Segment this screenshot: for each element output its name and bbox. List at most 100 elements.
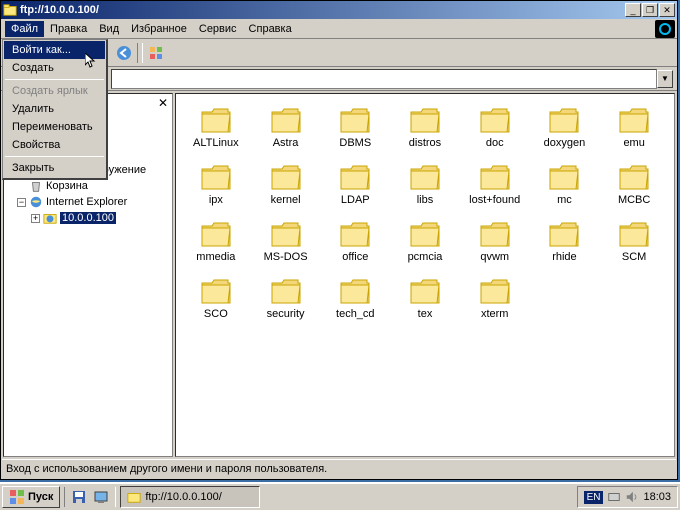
folder-item[interactable]: doxygen (531, 106, 599, 149)
status-text: Вход с использованием другого имени и па… (6, 463, 327, 475)
folder-icon (339, 106, 371, 134)
folder-item[interactable]: SCM (600, 220, 668, 263)
folder-label: ipx (209, 194, 223, 206)
menu-login-as[interactable]: Войти как... (4, 41, 105, 59)
content-area[interactable]: ALTLinuxAstra DBMS distrosdoc doxygen emu ipx… (175, 93, 675, 457)
folder-icon (409, 163, 441, 191)
folder-icon (548, 163, 580, 191)
menu-delete[interactable]: Удалить (4, 100, 105, 118)
folder-item[interactable]: mmedia (182, 220, 250, 263)
folder-item[interactable]: Astra (252, 106, 320, 149)
folder-label: DBMS (339, 137, 371, 149)
tree-ie: −Internet Explorer (8, 194, 168, 210)
start-button[interactable]: Пуск (2, 486, 60, 508)
separator (5, 79, 104, 80)
folder-item[interactable]: office (321, 220, 389, 263)
folder-item[interactable]: ipx (182, 163, 250, 206)
menu-help[interactable]: Справка (243, 21, 298, 37)
tray-icon[interactable] (607, 490, 621, 504)
separator (5, 156, 104, 157)
folder-label: doxygen (544, 137, 586, 149)
folder-item[interactable]: doc (461, 106, 529, 149)
folder-icon (409, 220, 441, 248)
folder-item[interactable]: mc (531, 163, 599, 206)
ftp-folder-icon (43, 211, 57, 225)
folder-icon (409, 106, 441, 134)
folder-label: security (267, 308, 305, 320)
folder-item[interactable]: pcmcia (391, 220, 459, 263)
folder-item[interactable]: rhide (531, 220, 599, 263)
folder-label: SCM (622, 251, 646, 263)
folder-item[interactable]: tech_cd (321, 277, 389, 320)
folder-item[interactable]: SCO (182, 277, 250, 320)
pane-close-button[interactable]: ✕ (156, 96, 170, 110)
throbber-icon (655, 20, 675, 38)
volume-icon[interactable] (625, 490, 639, 504)
folder-label: tex (418, 308, 433, 320)
folder-item[interactable]: LDAP (321, 163, 389, 206)
menu-file[interactable]: Файл (5, 21, 44, 37)
quick-launch (64, 487, 116, 507)
folder-label: LDAP (341, 194, 370, 206)
titlebar[interactable]: ftp://10.0.0.100/ _ ❐ ✕ (1, 1, 677, 19)
taskbar-task[interactable]: ftp://10.0.0.100/ (120, 486, 260, 508)
folder-icon (479, 220, 511, 248)
folder-icon (479, 106, 511, 134)
separator (137, 43, 143, 63)
folder-item[interactable]: DBMS (321, 106, 389, 149)
expand-icon[interactable]: + (31, 214, 40, 223)
folder-item[interactable]: MCBC (600, 163, 668, 206)
views-button[interactable] (145, 42, 167, 64)
save-icon[interactable] (69, 487, 89, 507)
address-dropdown[interactable]: ▼ (657, 70, 673, 88)
collapse-icon[interactable]: − (17, 198, 26, 207)
folder-label: MS-DOS (264, 251, 308, 263)
menu-create[interactable]: Создать (4, 59, 105, 77)
folder-item[interactable]: distros (391, 106, 459, 149)
menu-edit[interactable]: Правка (44, 21, 93, 37)
desktop-icon[interactable] (91, 487, 111, 507)
menu-view[interactable]: Вид (93, 21, 125, 37)
back-button[interactable] (113, 42, 135, 64)
folder-label: office (342, 251, 368, 263)
address-input[interactable]: ftp://10.0.0.100/ (111, 69, 657, 89)
folder-icon (270, 220, 302, 248)
folder-item[interactable]: security (252, 277, 320, 320)
folder-icon (618, 106, 650, 134)
menu-rename[interactable]: Переименовать (4, 118, 105, 136)
taskbar: Пуск ftp://10.0.0.100/ EN 18:03 (0, 482, 680, 510)
folder-label: xterm (481, 308, 509, 320)
folder-label: MCBC (618, 194, 650, 206)
folder-label: lost+found (469, 194, 520, 206)
statusbar: Вход с использованием другого имени и па… (2, 459, 676, 478)
folder-icon (339, 277, 371, 305)
folder-icon (270, 277, 302, 305)
folder-icon (270, 106, 302, 134)
language-indicator[interactable]: EN (584, 491, 604, 504)
system-tray[interactable]: EN 18:03 (577, 486, 678, 508)
minimize-button[interactable]: _ (625, 3, 641, 17)
folder-item[interactable]: libs (391, 163, 459, 206)
menu-favorites[interactable]: Избранное (125, 21, 193, 37)
close-button[interactable]: ✕ (659, 3, 675, 17)
tree-ftp: +10.0.0.100 (8, 210, 168, 226)
window-title: ftp://10.0.0.100/ (20, 4, 625, 16)
folder-item[interactable]: ALTLinux (182, 106, 250, 149)
folder-icon (479, 277, 511, 305)
folder-item[interactable]: tex (391, 277, 459, 320)
folder-item[interactable]: MS-DOS (252, 220, 320, 263)
folder-item[interactable]: lost+found (461, 163, 529, 206)
maximize-button[interactable]: ❐ (642, 3, 658, 17)
folder-icon (200, 220, 232, 248)
folder-label: rhide (552, 251, 576, 263)
folder-item[interactable]: kernel (252, 163, 320, 206)
folder-item[interactable]: emu (600, 106, 668, 149)
folder-label: qvwm (480, 251, 509, 263)
clock[interactable]: 18:03 (643, 491, 671, 503)
folder-label: kernel (271, 194, 301, 206)
folder-item[interactable]: qvwm (461, 220, 529, 263)
menu-tools[interactable]: Сервис (193, 21, 243, 37)
folder-item[interactable]: xterm (461, 277, 529, 320)
menu-close[interactable]: Закрыть (4, 159, 105, 177)
menu-properties[interactable]: Свойства (4, 136, 105, 154)
